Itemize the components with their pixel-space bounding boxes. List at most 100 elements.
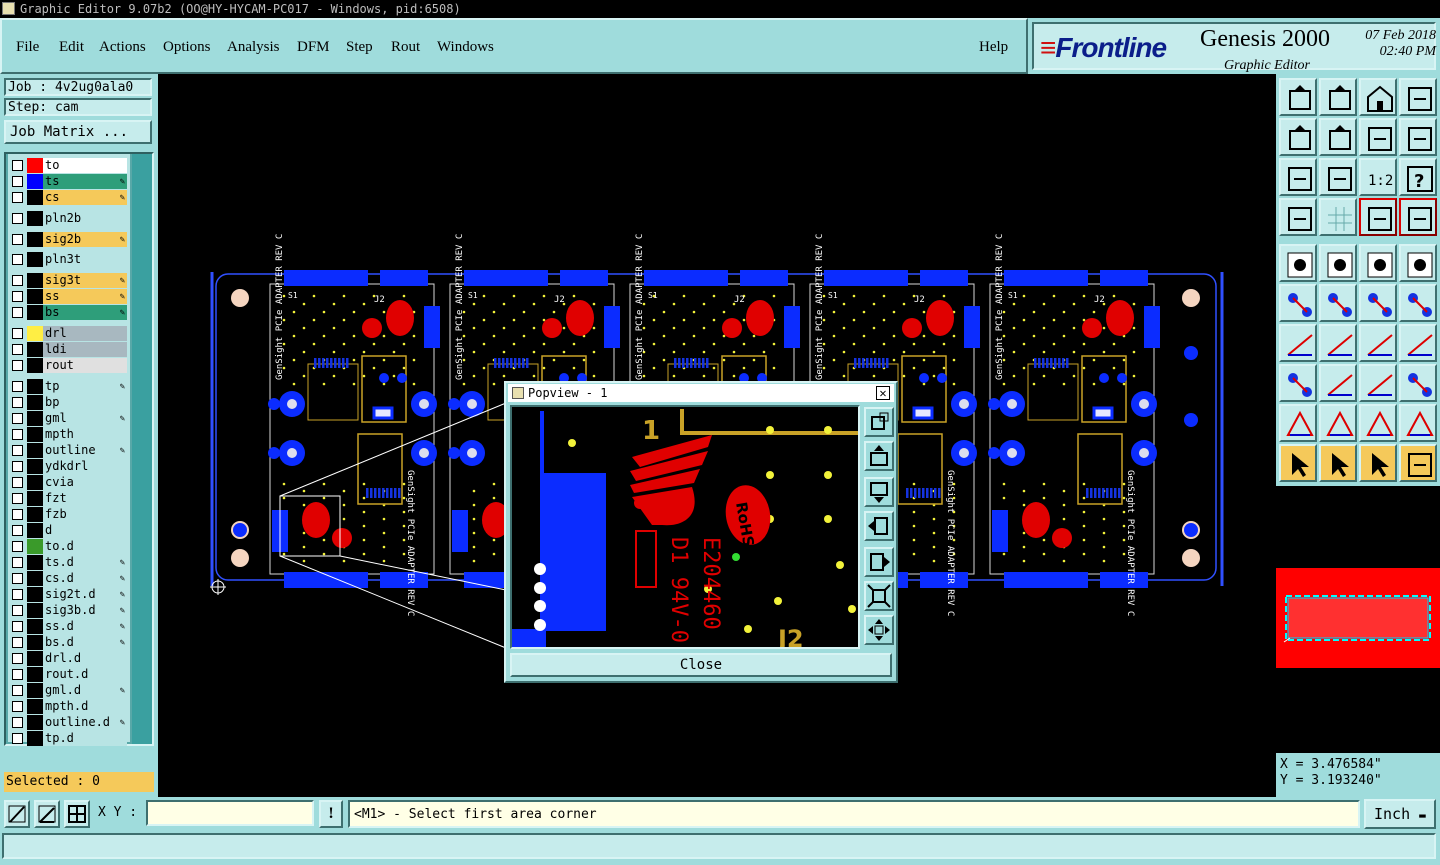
layer-checkbox[interactable] bbox=[12, 233, 23, 245]
layer-name[interactable]: bs.d ✎ bbox=[43, 634, 127, 650]
layer-name[interactable]: outline ✎ bbox=[43, 442, 127, 458]
layer-row-tp-d[interactable]: tp.d bbox=[10, 730, 130, 746]
arch-button[interactable] bbox=[1359, 404, 1397, 442]
layer-color-swatch[interactable] bbox=[27, 538, 43, 554]
angle-button[interactable] bbox=[1279, 324, 1317, 362]
layer-color-swatch[interactable] bbox=[27, 158, 43, 173]
layer-name[interactable]: fzb bbox=[43, 506, 127, 522]
popview-zoom-in-button[interactable] bbox=[864, 407, 894, 437]
add-line-button[interactable] bbox=[1399, 284, 1437, 322]
menu-file[interactable]: File bbox=[16, 39, 39, 56]
layer-name[interactable]: cs.d ✎ bbox=[43, 570, 127, 586]
layer-color-swatch[interactable] bbox=[27, 410, 43, 426]
layer-checkbox[interactable] bbox=[12, 684, 23, 696]
layer-name[interactable]: outline.d ✎ bbox=[43, 714, 127, 730]
layer-checkbox[interactable] bbox=[12, 716, 23, 728]
layer-row-cs[interactable]: cs ✎ bbox=[10, 190, 130, 205]
layer-name[interactable]: gml ✎ bbox=[43, 410, 127, 426]
layer-checkbox[interactable] bbox=[12, 344, 23, 355]
popview-pan-down-button[interactable] bbox=[864, 477, 894, 507]
layer-checkbox[interactable] bbox=[12, 444, 23, 456]
layer-name[interactable]: to.d bbox=[43, 538, 127, 554]
menu-actions[interactable]: Actions bbox=[99, 39, 146, 56]
layer-checkbox[interactable] bbox=[12, 668, 23, 680]
layer-name[interactable]: drl bbox=[43, 326, 127, 341]
layer-row-fzt[interactable]: fzt bbox=[10, 490, 130, 506]
layer-name[interactable]: ss.d ✎ bbox=[43, 618, 127, 634]
popview-close-icon[interactable]: ✕ bbox=[876, 386, 890, 400]
layer-checkbox[interactable] bbox=[12, 732, 23, 744]
scale-1-2-button[interactable]: 1:2 bbox=[1359, 158, 1397, 196]
layer-color-swatch[interactable] bbox=[27, 231, 43, 247]
menu-dfm[interactable]: DFM bbox=[297, 39, 330, 56]
view-all-button[interactable] bbox=[1279, 78, 1317, 116]
layer-row-bp[interactable]: bp bbox=[10, 394, 130, 410]
layer-name[interactable]: pln3t bbox=[43, 252, 127, 268]
layer-row-mpth-d[interactable]: mpth.d bbox=[10, 698, 130, 714]
layer-row-d[interactable]: d bbox=[10, 522, 130, 538]
layer-name[interactable]: cs ✎ bbox=[43, 190, 127, 205]
xy-input[interactable] bbox=[146, 800, 314, 826]
pan-right-button[interactable] bbox=[1319, 118, 1357, 156]
layer-row-rout[interactable]: rout bbox=[10, 358, 130, 373]
layer-row-sig3b-d[interactable]: sig3b.d ✎ bbox=[10, 602, 130, 618]
layer-row-cs-d[interactable]: cs.d ✎ bbox=[10, 570, 130, 586]
layer-color-swatch[interactable] bbox=[27, 174, 43, 189]
layer-name[interactable]: mpth bbox=[43, 426, 127, 442]
layer-checkbox[interactable] bbox=[12, 636, 23, 648]
layer-color-swatch[interactable] bbox=[27, 698, 43, 714]
layer-name[interactable]: sig3t ✎ bbox=[43, 273, 127, 289]
layer-name[interactable]: bs ✎ bbox=[43, 305, 127, 321]
layer-name[interactable]: tp.d bbox=[43, 730, 127, 746]
layer-color-swatch[interactable] bbox=[27, 289, 43, 305]
layer-row-drl[interactable]: drl bbox=[10, 326, 130, 341]
popview-pan-left-button[interactable] bbox=[864, 511, 894, 541]
layer-color-swatch[interactable] bbox=[27, 618, 43, 634]
layer-row-sig2t-d[interactable]: sig2t.d ✎ bbox=[10, 586, 130, 602]
split-view-button[interactable] bbox=[1399, 78, 1437, 116]
popview-canvas[interactable]: 1 RoHS E204460 D1 94V-0 J2 bbox=[510, 405, 860, 649]
layer-row-gml-d[interactable]: gml.d ✎ bbox=[10, 682, 130, 698]
redraw-button[interactable] bbox=[1399, 118, 1437, 156]
zoom-window-button[interactable] bbox=[1319, 78, 1357, 116]
layer-name[interactable]: rout.d bbox=[43, 666, 127, 682]
layer-checkbox[interactable] bbox=[12, 492, 23, 504]
layer-color-swatch[interactable] bbox=[27, 666, 43, 682]
measure-button[interactable] bbox=[1279, 198, 1317, 236]
layer-row-fzb[interactable]: fzb bbox=[10, 506, 130, 522]
layer-name[interactable]: ts ✎ bbox=[43, 174, 127, 189]
popview-fit-button[interactable] bbox=[864, 615, 894, 645]
layer-row-ydkdrl[interactable]: ydkdrl bbox=[10, 458, 130, 474]
popview-zoom-out-button[interactable] bbox=[864, 581, 894, 611]
layer-checkbox[interactable] bbox=[12, 212, 23, 224]
layer-checkbox[interactable] bbox=[12, 307, 23, 319]
layer-color-swatch[interactable] bbox=[27, 474, 43, 490]
layer-name[interactable]: drl.d bbox=[43, 650, 127, 666]
help-button[interactable]: ? bbox=[1399, 158, 1437, 196]
snap-button[interactable] bbox=[1359, 198, 1397, 236]
menu-step[interactable]: Step bbox=[346, 39, 373, 56]
zoom-diagonal-icon[interactable] bbox=[4, 800, 30, 828]
layer-color-swatch[interactable] bbox=[27, 426, 43, 442]
menu-help[interactable]: Help bbox=[979, 39, 1008, 56]
home-button[interactable] bbox=[1359, 78, 1397, 116]
grid-button[interactable] bbox=[1319, 198, 1357, 236]
select-pointer-button[interactable] bbox=[1319, 444, 1357, 482]
layer-checkbox[interactable] bbox=[12, 700, 23, 712]
layer-row-outline-d[interactable]: outline.d ✎ bbox=[10, 714, 130, 730]
job-matrix-button[interactable]: Job Matrix ... bbox=[4, 120, 152, 144]
layer-row-ts[interactable]: ts ✎ bbox=[10, 174, 130, 189]
layer-checkbox[interactable] bbox=[12, 160, 23, 171]
layer-color-swatch[interactable] bbox=[27, 634, 43, 650]
pointer-button[interactable] bbox=[1279, 444, 1317, 482]
layer-row-to-d[interactable]: to.d bbox=[10, 538, 130, 554]
layer-color-swatch[interactable] bbox=[27, 252, 43, 268]
layer-list-scrollbar[interactable] bbox=[132, 154, 152, 744]
layer-checkbox[interactable] bbox=[12, 460, 23, 472]
layer-row-pln2b[interactable]: pln2b bbox=[10, 210, 130, 226]
layer-row-ss[interactable]: ss ✎ bbox=[10, 289, 130, 305]
resize-button[interactable] bbox=[1359, 364, 1397, 402]
ruler-button[interactable] bbox=[1359, 244, 1397, 282]
connect-button[interactable] bbox=[1399, 198, 1437, 236]
layer-checkbox[interactable] bbox=[12, 652, 23, 664]
